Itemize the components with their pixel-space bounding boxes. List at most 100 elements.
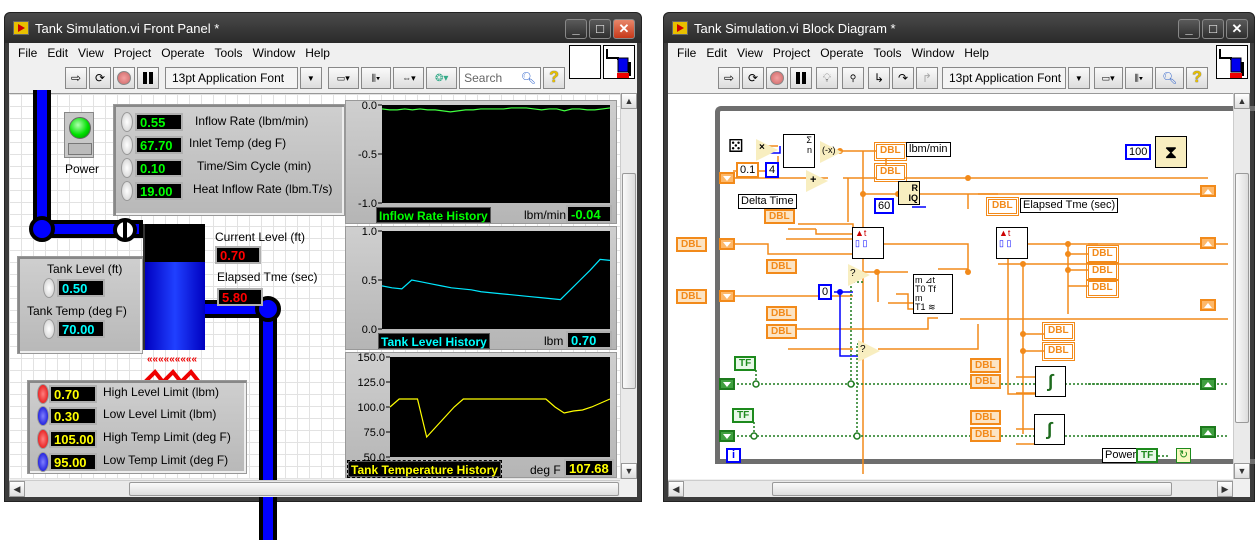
- shift-register-right-2[interactable]: [1200, 237, 1216, 249]
- pause-button[interactable]: [790, 67, 812, 89]
- dbl-control-low-temp[interactable]: DBL: [970, 427, 1001, 442]
- vi-icon[interactable]: [1216, 45, 1248, 79]
- connector-pane[interactable]: [569, 45, 601, 79]
- search-input[interactable]: Search🔍︎: [459, 67, 541, 89]
- tank-temp-spinner[interactable]: [43, 319, 55, 339]
- low-temp-limit-input[interactable]: 95.00: [49, 453, 97, 471]
- block-diagram-vscrollbar[interactable]: ▲ ▼: [1233, 93, 1250, 479]
- wait-ms-constant[interactable]: 100: [1125, 144, 1151, 160]
- menu-help[interactable]: Help: [959, 46, 994, 60]
- menu-view[interactable]: View: [73, 46, 109, 60]
- dbl-control-3[interactable]: DBL: [766, 259, 797, 274]
- scroll-left-button[interactable]: ◀: [9, 481, 25, 497]
- maximize-button[interactable]: □: [1202, 19, 1224, 39]
- dbl-indicator-r4[interactable]: DBL: [1044, 324, 1073, 339]
- menu-file[interactable]: File: [672, 46, 701, 60]
- abort-button[interactable]: [766, 67, 788, 89]
- block-diagram-hscrollbar[interactable]: ◀ ▶: [668, 480, 1233, 497]
- inflow-rate-spinner[interactable]: [121, 112, 133, 132]
- time-sim-cycle-spinner[interactable]: [121, 158, 133, 178]
- menu-tools[interactable]: Tools: [869, 46, 907, 60]
- scroll-up-button[interactable]: ▲: [621, 93, 637, 109]
- menu-file[interactable]: File: [13, 46, 42, 60]
- dbl-indicator-r1[interactable]: DBL: [1088, 247, 1117, 262]
- shift-register-left-bool-1[interactable]: [719, 378, 735, 390]
- low-level-limit-input[interactable]: 0.30: [49, 407, 97, 425]
- h-scroll-thumb[interactable]: [129, 482, 619, 496]
- shift-register-right-bool-2[interactable]: [1200, 426, 1216, 438]
- elapsed-time-indicator[interactable]: DBL: [988, 199, 1017, 214]
- low-level-spinner[interactable]: [37, 406, 49, 426]
- power-control[interactable]: TF: [1136, 448, 1158, 463]
- low-temp-spinner[interactable]: [37, 452, 49, 472]
- scroll-thumb[interactable]: [1235, 173, 1249, 423]
- time-sim-cycle-input[interactable]: 0.10: [135, 159, 183, 177]
- menu-project[interactable]: Project: [109, 46, 156, 60]
- run-button[interactable]: ⇨: [65, 67, 87, 89]
- shift-register-left-bool-2[interactable]: [719, 430, 735, 442]
- shift-register-left-2[interactable]: [719, 238, 735, 250]
- heat-inflow-input[interactable]: 19.00: [135, 182, 183, 200]
- menu-tools[interactable]: Tools: [210, 46, 248, 60]
- menu-project[interactable]: Project: [768, 46, 815, 60]
- run-continuously-button[interactable]: ⟳: [742, 67, 764, 89]
- heat-inflow-spinner[interactable]: [121, 181, 133, 201]
- dbl-indicator-r5[interactable]: DBL: [1044, 344, 1073, 359]
- step-into-button[interactable]: ↳: [868, 67, 890, 89]
- vi-icon[interactable]: [603, 45, 635, 79]
- inlet-temp-spinner[interactable]: [121, 135, 133, 155]
- dbl-control-high-temp[interactable]: DBL: [970, 410, 1001, 425]
- dbl-indicator-r2[interactable]: DBL: [1088, 264, 1117, 279]
- dbl-control-5[interactable]: DBL: [766, 324, 797, 339]
- align-objects-button[interactable]: ▭▾: [1094, 67, 1123, 89]
- reorder-button[interactable]: ❂▾: [426, 67, 457, 89]
- seconds-constant[interactable]: 60: [874, 198, 894, 214]
- dbl-indicator-lbm-min[interactable]: DBL: [876, 144, 905, 159]
- tf-control-2[interactable]: TF: [732, 408, 754, 423]
- high-level-spinner[interactable]: [37, 384, 49, 404]
- dbl-control-4[interactable]: DBL: [766, 306, 797, 321]
- dbl-control-left-2[interactable]: DBL: [676, 289, 707, 304]
- delta-time-control[interactable]: DBL: [764, 209, 795, 224]
- multiplier-constant[interactable]: 0.1: [736, 162, 759, 178]
- scroll-thumb[interactable]: [622, 173, 636, 389]
- tf-control-1[interactable]: TF: [734, 356, 756, 371]
- step-out-button[interactable]: ↱: [916, 67, 938, 89]
- block-diagram-titlebar[interactable]: Tank Simulation.vi Block Diagram * _ □ ✕: [664, 13, 1254, 43]
- shift-register-right-3[interactable]: [1200, 299, 1216, 311]
- minimize-button[interactable]: _: [1178, 19, 1200, 39]
- dbl-indicator-r3[interactable]: DBL: [1088, 281, 1117, 296]
- scroll-down-button[interactable]: ▼: [1234, 463, 1250, 479]
- pause-button[interactable]: [137, 67, 159, 89]
- tank-level-spinner[interactable]: [43, 278, 55, 298]
- menu-window[interactable]: Window: [907, 46, 960, 60]
- menu-window[interactable]: Window: [248, 46, 301, 60]
- highlight-execution-button[interactable]: 💡︎: [816, 67, 838, 89]
- shift-register-right-bool-1[interactable]: [1200, 378, 1216, 390]
- front-panel-vscrollbar[interactable]: ▲ ▼: [620, 93, 637, 479]
- close-button[interactable]: ✕: [613, 19, 635, 39]
- shift-register-right-1[interactable]: [1200, 185, 1216, 197]
- minimize-button[interactable]: _: [565, 19, 587, 39]
- distribute-objects-button[interactable]: ⫼▾: [361, 67, 392, 89]
- zero-constant[interactable]: 0: [818, 284, 832, 300]
- dbl-control-low-level[interactable]: DBL: [970, 374, 1001, 389]
- font-dropdown-button[interactable]: ▼: [300, 67, 322, 89]
- dbl-control-left-1[interactable]: DBL: [676, 237, 707, 252]
- context-help-button[interactable]: ?: [1186, 67, 1208, 89]
- menu-edit[interactable]: Edit: [701, 46, 732, 60]
- high-temp-limit-input[interactable]: 105.00: [49, 430, 97, 448]
- tank-temp-input[interactable]: 70.00: [57, 320, 105, 338]
- front-panel-hscrollbar[interactable]: ◀: [9, 480, 620, 497]
- front-panel-titlebar[interactable]: Tank Simulation.vi Front Panel * _ □ ✕: [5, 13, 641, 43]
- shift-register-left-3[interactable]: [719, 290, 735, 302]
- h-scroll-thumb[interactable]: [772, 482, 1172, 496]
- abort-button[interactable]: [113, 67, 135, 89]
- menu-operate[interactable]: Operate: [815, 46, 868, 60]
- scroll-left-button[interactable]: ◀: [668, 481, 684, 497]
- inlet-temp-input[interactable]: 67.70: [135, 136, 183, 154]
- resize-objects-button[interactable]: ⇔▾: [393, 67, 424, 89]
- align-objects-button[interactable]: ▭▾: [328, 67, 359, 89]
- tank-level-input[interactable]: 0.50: [57, 279, 105, 297]
- power-button[interactable]: [64, 112, 94, 158]
